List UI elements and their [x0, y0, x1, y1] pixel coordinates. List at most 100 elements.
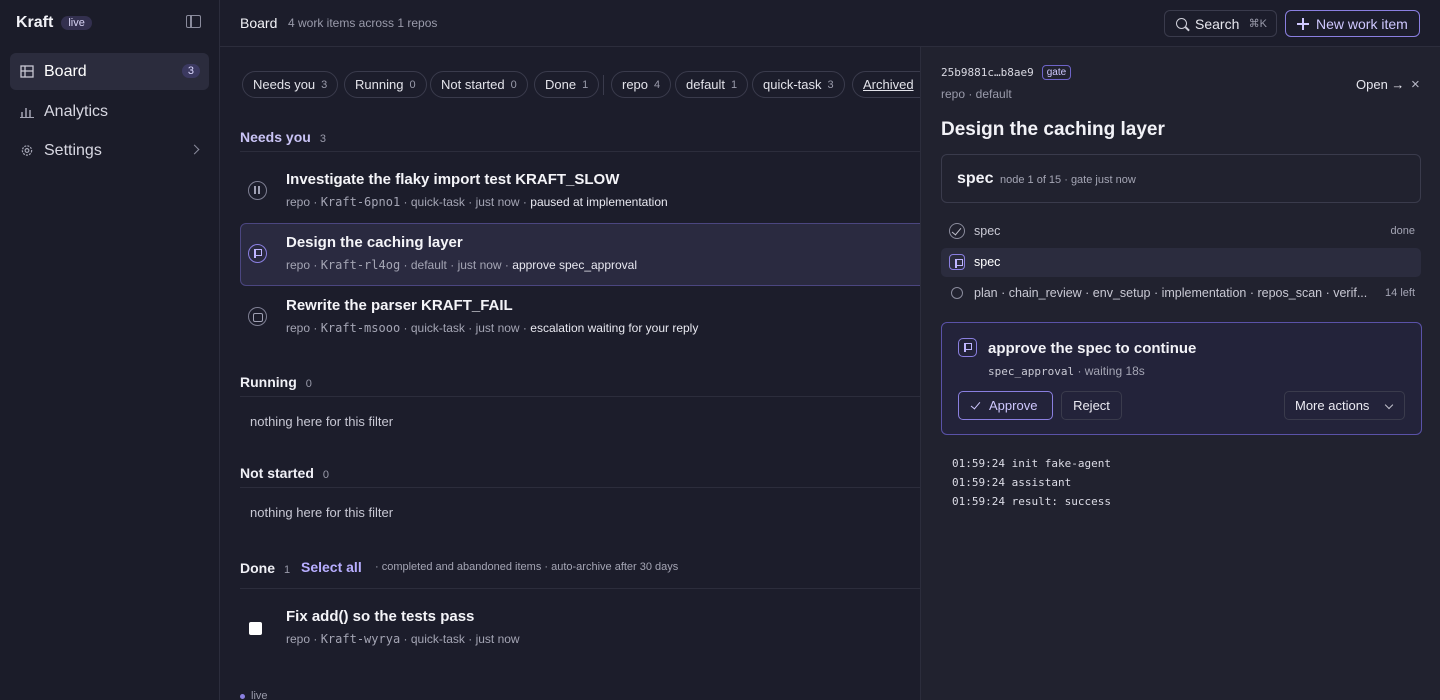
- new-work-item-button[interactable]: New work item: [1285, 10, 1420, 37]
- repo-line: repo · default: [941, 87, 1012, 101]
- search-button[interactable]: Search ⌘K: [1164, 10, 1277, 37]
- reject-button[interactable]: Reject: [1061, 391, 1122, 420]
- filter-not-started[interactable]: Not started 0: [430, 71, 528, 98]
- filter-divider: [603, 75, 604, 95]
- connection-status: live: [240, 690, 268, 700]
- gate-title: approve the spec to continue: [988, 340, 1197, 357]
- top-bar: Board 4 work items across 1 repos Search…: [220, 0, 1440, 47]
- filter-count: 3: [827, 78, 834, 91]
- filter-count: 3: [321, 78, 328, 91]
- sidebar-item-board[interactable]: Board 3: [10, 53, 209, 90]
- item-time: just now: [475, 195, 520, 209]
- filter-archived[interactable]: Archived: [852, 71, 920, 98]
- section-needs-you-header: Needs you 3: [240, 129, 326, 145]
- gear-icon: [21, 145, 33, 156]
- gate-wait: · waiting 18s: [1077, 364, 1145, 378]
- gate-approval-card: approve the spec to continue spec_approv…: [941, 322, 1422, 435]
- sidebar-item-analytics[interactable]: Analytics: [10, 93, 209, 130]
- filter-count: 0: [510, 78, 517, 91]
- work-item-meta: repo · Kraft-msooo · quick-task · just n…: [286, 321, 699, 335]
- more-actions-label: More actions: [1295, 398, 1370, 413]
- step-label: spec: [974, 255, 1001, 269]
- filter-label: Not started: [441, 77, 505, 92]
- item-hash: 25b9881c…b8ae9 gate: [941, 65, 1072, 80]
- filter-label: default: [686, 77, 726, 92]
- work-item-row[interactable]: Rewrite the parser KRAFT_FAIL repo · Kra…: [240, 286, 930, 349]
- item-type: quick-task: [410, 321, 465, 335]
- select-checkbox[interactable]: [249, 622, 262, 635]
- log-line: 01:59:24 init fake-agent: [952, 457, 1111, 470]
- filter-needs-you[interactable]: Needs you 3: [242, 71, 339, 98]
- section-count: 1: [284, 564, 291, 576]
- approve-label: Approve: [989, 398, 1038, 413]
- close-icon[interactable]: ×: [1411, 76, 1420, 93]
- section-count: 3: [319, 133, 326, 145]
- steps-left: 14 left: [1385, 287, 1415, 299]
- check-icon: [949, 223, 965, 239]
- live-badge: live: [61, 16, 92, 30]
- step-label: plan · chain_review · env_setup · implem…: [974, 286, 1368, 300]
- section-count: 0: [322, 469, 330, 481]
- step-row-remaining[interactable]: plan · chain_review · env_setup · implem…: [941, 279, 1421, 308]
- work-item-row[interactable]: Investigate the flaky import test KRAFT_…: [240, 160, 930, 223]
- board-icon: [20, 65, 34, 78]
- filter-count: 1: [731, 78, 738, 91]
- filter-quick-task[interactable]: quick-task 3: [752, 71, 845, 98]
- bot-icon: [248, 307, 267, 326]
- filter-label: Running: [355, 77, 404, 92]
- section-count: 0: [305, 378, 312, 390]
- detail-panel: 25b9881c…b8ae9 gate repo · default Open →…: [920, 47, 1440, 700]
- select-all-link[interactable]: Select all: [301, 559, 362, 575]
- item-time: just now: [475, 321, 520, 335]
- filter-label: quick-task: [763, 77, 822, 92]
- done-note: · completed and abandoned items · auto-a…: [375, 561, 679, 573]
- search-label: Search: [1195, 15, 1240, 32]
- approve-button[interactable]: Approve: [958, 391, 1053, 420]
- board: Needs you 3 Investigate the flaky import …: [240, 110, 930, 700]
- section-title: Running: [240, 374, 297, 390]
- work-item-title: Fix add() so the tests pass: [286, 608, 475, 625]
- work-item-row-selected[interactable]: Design the caching layer repo · Kraft-rl…: [240, 223, 930, 286]
- step-row[interactable]: spec done: [941, 217, 1421, 246]
- work-item-title: Investigate the flaky import test KRAFT_…: [286, 171, 620, 188]
- filter-running[interactable]: Running 0: [344, 71, 427, 98]
- filter-count: 1: [582, 78, 589, 91]
- filter-label: repo: [622, 77, 649, 92]
- work-item-row[interactable]: Fix add() so the tests pass repo · Kraft…: [240, 597, 930, 660]
- item-id: Kraft-wyrya: [320, 632, 401, 646]
- filter-label: Done: [545, 77, 577, 92]
- gate-subtitle: spec_approval · waiting 18s: [988, 364, 1145, 378]
- flag-icon: [949, 254, 965, 270]
- divider: [240, 588, 920, 589]
- step-row-current[interactable]: spec: [941, 248, 1421, 277]
- sidebar-item-label: Settings: [44, 141, 102, 159]
- log-line: 01:59:24 assistant: [952, 476, 1072, 489]
- filter-done[interactable]: Done 1: [534, 71, 600, 98]
- section-title: Done: [240, 560, 275, 576]
- work-item-meta: repo · Kraft-rl4og · default · just now …: [286, 258, 638, 272]
- step-status: done: [1390, 225, 1415, 237]
- empty-state: nothing here for this filter: [250, 505, 394, 520]
- filter-bar: Needs you 3 Running 0 Not started 0 Done 1 r…: [242, 71, 920, 98]
- more-actions-button[interactable]: More actions: [1284, 391, 1405, 420]
- work-item-meta: repo · Kraft-6pno1 · quick-task · just n…: [286, 195, 668, 209]
- page-subtitle: 4 work items across 1 repos: [288, 16, 438, 30]
- sidebar-item-settings[interactable]: Settings: [10, 132, 209, 169]
- item-id: Kraft-rl4og: [320, 258, 401, 272]
- sidebar-item-label: Analytics: [44, 102, 109, 120]
- repo-label: repo: [286, 321, 311, 335]
- circle-icon: [951, 287, 963, 299]
- filter-repo[interactable]: repo 4: [611, 71, 672, 98]
- item-status: paused at implementation: [530, 195, 668, 209]
- search-shortcut: ⌘K: [1248, 18, 1267, 30]
- sidebar-toggle-icon[interactable]: [186, 15, 201, 28]
- divider: [240, 487, 920, 488]
- filter-count: 0: [409, 78, 416, 91]
- bar-chart-icon: [20, 108, 34, 118]
- brand: Kraft live: [16, 14, 92, 32]
- filter-default[interactable]: default 1: [675, 71, 749, 98]
- item-type: quick-task: [410, 632, 465, 646]
- page-title: Board: [240, 15, 278, 31]
- log-line: 01:59:24 result: success: [952, 495, 1111, 508]
- open-link[interactable]: Open →: [1356, 77, 1404, 92]
